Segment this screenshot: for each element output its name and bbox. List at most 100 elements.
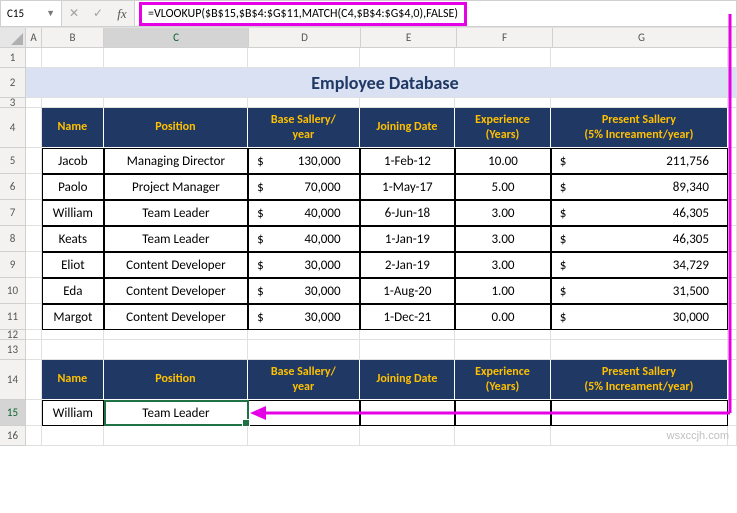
cell-rest-16[interactable] [728,426,737,446]
cell-D13[interactable] [248,340,360,360]
cell-A8[interactable] [26,226,42,252]
cell-A11[interactable] [26,304,42,330]
header-experience[interactable]: Experience (Years) [455,108,551,148]
cell-base-2[interactable]: $40,000 [248,200,360,226]
cell-G13[interactable] [551,340,728,360]
row-header-9[interactable]: 9 [0,252,26,278]
header-joining[interactable]: Joining Date [360,108,456,148]
cell-sal-4[interactable]: $34,729 [551,252,728,278]
cell-G1[interactable] [551,48,728,68]
cell-rest-4[interactable] [728,108,737,148]
cell-join-0[interactable]: 1-Feb-12 [360,148,456,174]
cell-A3[interactable] [26,98,42,108]
cell-A15[interactable] [26,400,42,426]
cell-A16[interactable] [26,426,42,446]
cell-E13[interactable] [360,340,456,360]
row-header-12[interactable]: 12 [0,330,26,340]
row-header-1[interactable]: 1 [0,48,26,68]
row-header-6[interactable]: 6 [0,174,26,200]
row-header-13[interactable]: 13 [0,340,26,360]
cell-exp-4[interactable]: 3.00 [455,252,551,278]
cell-B1[interactable] [42,48,104,68]
title-cell[interactable]: Employee Database [42,68,729,98]
lookup-present[interactable] [551,400,728,426]
cell-B3[interactable] [42,98,104,108]
cell-B12[interactable] [42,330,104,340]
row-header-4[interactable]: 4 [0,108,26,148]
cell-rest-12[interactable] [728,330,737,340]
cell-sal-5[interactable]: $31,500 [551,278,728,304]
cell-A10[interactable] [26,278,42,304]
row-header-8[interactable]: 8 [0,226,26,252]
cell-A13[interactable] [26,340,42,360]
cell-name-3[interactable]: Keats [42,226,104,252]
cell-join-3[interactable]: 1-Jan-19 [360,226,456,252]
cell-pos-5[interactable]: Content Developer [104,278,248,304]
cell-base-0[interactable]: $130,000 [248,148,360,174]
cell-sal-6[interactable]: $30,000 [551,304,728,330]
col-header-G[interactable]: G [553,28,731,47]
row-header-14[interactable]: 14 [0,360,26,400]
cell-rest-3[interactable] [728,98,737,108]
cell-join-2[interactable]: 6-Jun-18 [360,200,456,226]
cell-rest-13[interactable] [728,340,737,360]
cell-F1[interactable] [455,48,551,68]
cell-C3[interactable] [104,98,248,108]
name-box[interactable]: C15 ▼ [0,0,62,27]
cell-A14[interactable] [26,360,42,400]
cell-A12[interactable] [26,330,42,340]
cell-exp-5[interactable]: 1.00 [455,278,551,304]
cell-sal-2[interactable]: $46,305 [551,200,728,226]
row-header-15[interactable]: 15 [0,400,26,426]
header-present[interactable]: Present Sallery(5% Increament/year) [551,108,728,148]
cell-B16[interactable] [42,426,104,446]
cell-pos-6[interactable]: Content Developer [104,304,248,330]
cell-join-6[interactable]: 1-Dec-21 [360,304,456,330]
cell-E12[interactable] [360,330,456,340]
cell-rest-14[interactable] [728,360,737,400]
cell-pos-3[interactable]: Team Leader [104,226,248,252]
cell-name-5[interactable]: Eda [42,278,104,304]
cell-rest-11[interactable] [728,304,737,330]
cell-exp-6[interactable]: 0.00 [455,304,551,330]
lookup-joining[interactable] [360,400,456,426]
cell-D3[interactable] [248,98,360,108]
cell-D12[interactable] [248,330,360,340]
lookup-header-base[interactable]: Base Sallery/year [248,360,360,400]
cell-exp-1[interactable]: 5.00 [455,174,551,200]
cancel-icon[interactable]: ✕ [62,1,86,26]
cell-rest-9[interactable] [728,252,737,278]
lookup-position[interactable]: Team Leader [104,400,248,426]
cell-E1[interactable] [360,48,456,68]
cell-D1[interactable] [248,48,360,68]
cell-A6[interactable] [26,174,42,200]
cell-F13[interactable] [455,340,551,360]
cell-rest-15[interactable] [728,400,737,426]
cell-G12[interactable] [551,330,728,340]
cell-rest-6[interactable] [728,174,737,200]
cell-base-3[interactable]: $40,000 [248,226,360,252]
cell-A7[interactable] [26,200,42,226]
formula-bar[interactable]: =VLOOKUP($B$15,$B$4:$G$11,MATCH(C4,$B$4:… [135,0,737,27]
lookup-header-joining[interactable]: Joining Date [360,360,456,400]
cell-rest-10[interactable] [728,278,737,304]
lookup-header-experience[interactable]: Experience (Years) [455,360,551,400]
cell-rest-2[interactable] [729,68,737,98]
dropdown-icon[interactable]: ▼ [46,8,55,19]
row-header-11[interactable]: 11 [0,304,26,330]
cell-join-4[interactable]: 2-Jan-19 [360,252,456,278]
cell-sal-1[interactable]: $89,340 [551,174,728,200]
fx-icon[interactable]: fx [110,1,134,26]
cell-sal-0[interactable]: $211,756 [551,148,728,174]
cell-E16[interactable] [360,426,456,446]
cell-C16[interactable] [104,426,248,446]
header-base[interactable]: Base Sallery/year [248,108,360,148]
cell-exp-2[interactable]: 3.00 [455,200,551,226]
lookup-name[interactable]: William [42,400,104,426]
cell-name-6[interactable]: Margot [42,304,104,330]
col-header-D[interactable]: D [249,28,361,47]
cell-pos-4[interactable]: Content Developer [104,252,248,278]
cell-pos-0[interactable]: Managing Director [104,148,248,174]
col-header-B[interactable]: B [42,28,104,47]
cell-base-1[interactable]: $70,000 [248,174,360,200]
